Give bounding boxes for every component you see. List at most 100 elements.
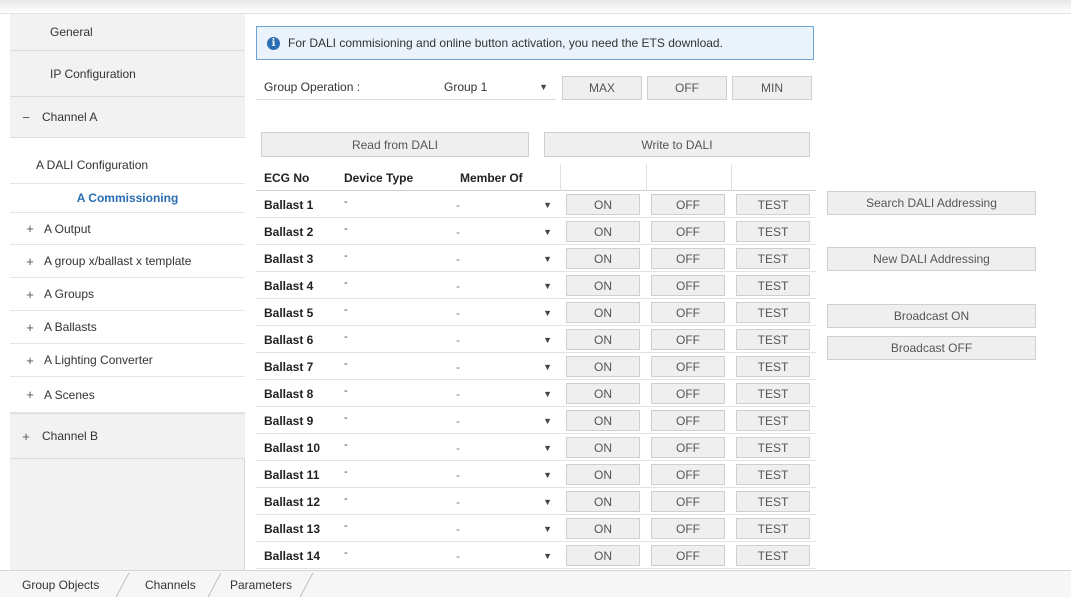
plus-icon[interactable]: + [22, 387, 38, 402]
ballast-off-button[interactable]: OFF [651, 410, 725, 431]
ballast-on-button[interactable]: ON [566, 437, 640, 458]
table-row: Ballast 12- - ▼ ON OFF TEST [256, 488, 816, 515]
broadcast-on-button[interactable]: Broadcast ON [827, 304, 1036, 328]
sidebar-item-channel-b[interactable]: + Channel B [10, 413, 245, 459]
member-of-select[interactable]: - ▼ [448, 218, 560, 245]
sidebar-item-a-commissioning[interactable]: A Commissioning [10, 184, 245, 213]
sidebar-item-ip-configuration[interactable]: IP Configuration [10, 51, 245, 97]
ballast-off-button[interactable]: OFF [651, 194, 725, 215]
ballast-off-button[interactable]: OFF [651, 491, 725, 512]
ballast-test-button[interactable]: TEST [736, 518, 810, 539]
min-button[interactable]: MIN [732, 76, 812, 100]
ballast-test-button[interactable]: TEST [736, 383, 810, 404]
ballast-on-button[interactable]: ON [566, 194, 640, 215]
ballast-on-button[interactable]: ON [566, 275, 640, 296]
member-of-select[interactable]: - ▼ [448, 407, 560, 434]
sidebar-item-a-groups[interactable]: + A Groups [10, 278, 245, 311]
tab-parameters[interactable]: Parameters [230, 571, 292, 597]
ballast-test-button[interactable]: TEST [736, 491, 810, 512]
search-dali-addressing-button[interactable]: Search DALI Addressing [827, 191, 1036, 215]
sidebar-item-a-lighting-converter[interactable]: + A Lighting Converter [10, 344, 245, 377]
ballast-off-button[interactable]: OFF [651, 437, 725, 458]
ballast-off-button[interactable]: OFF [651, 356, 725, 377]
member-of-select[interactable]: - ▼ [448, 326, 560, 353]
write-to-dali-button[interactable]: Write to DALI [544, 132, 810, 157]
ballast-on-button[interactable]: ON [566, 329, 640, 350]
ballast-test-button[interactable]: TEST [736, 329, 810, 350]
plus-icon[interactable]: + [22, 221, 38, 236]
ballast-test-button[interactable]: TEST [736, 302, 810, 323]
sidebar-item-a-output[interactable]: + A Output [10, 213, 245, 245]
ballast-test-button[interactable]: TEST [736, 545, 810, 566]
ballast-test-button[interactable]: TEST [736, 410, 810, 431]
plus-icon[interactable]: + [22, 353, 38, 368]
member-of-select[interactable]: - ▼ [448, 434, 560, 461]
ballast-on-button[interactable]: ON [566, 410, 640, 431]
sidebar-item-a-group-ballast-template[interactable]: + A group x/ballast x template [10, 245, 245, 278]
plus-icon[interactable]: + [22, 287, 38, 302]
member-of-select[interactable]: - ▼ [448, 353, 560, 380]
ballast-test-button[interactable]: TEST [736, 275, 810, 296]
ballast-off-button[interactable]: OFF [651, 545, 725, 566]
member-of-select[interactable]: - ▼ [448, 515, 560, 542]
new-dali-addressing-button[interactable]: New DALI Addressing [827, 247, 1036, 271]
ballast-on-button[interactable]: ON [566, 221, 640, 242]
ballast-test-button[interactable]: TEST [736, 221, 810, 242]
ballast-on-button[interactable]: ON [566, 464, 640, 485]
tab-channels[interactable]: Channels [145, 571, 196, 597]
plus-icon[interactable]: + [18, 429, 34, 444]
ballast-test-button[interactable]: TEST [736, 194, 810, 215]
ballast-off-button[interactable]: OFF [651, 248, 725, 269]
member-of-select[interactable]: - ▼ [448, 191, 560, 218]
tab-divider [299, 573, 314, 597]
member-of-select[interactable]: - ▼ [448, 299, 560, 326]
ballast-test-button[interactable]: TEST [736, 437, 810, 458]
ballast-off-button[interactable]: OFF [651, 302, 725, 323]
ballast-on-button[interactable]: ON [566, 248, 640, 269]
member-of-select[interactable]: - ▼ [448, 542, 560, 569]
group-select[interactable]: Group 1 ▼ [436, 74, 556, 100]
ballast-on-button[interactable]: ON [566, 356, 640, 377]
ecg-number: Ballast 10 [264, 440, 321, 455]
plus-icon[interactable]: + [22, 320, 38, 335]
member-of-select[interactable]: - ▼ [448, 272, 560, 299]
ballast-test-button[interactable]: TEST [736, 248, 810, 269]
member-of-value: - [456, 197, 460, 212]
max-button[interactable]: MAX [562, 76, 642, 100]
sidebar-item-label: A group x/ballast x template [44, 254, 192, 268]
read-from-dali-button[interactable]: Read from DALI [261, 132, 529, 157]
ecg-number: Ballast 1 [264, 197, 314, 212]
ballast-off-button[interactable]: OFF [651, 275, 725, 296]
ballast-off-button[interactable]: OFF [651, 464, 725, 485]
plus-icon[interactable]: + [22, 254, 38, 269]
tab-group-objects[interactable]: Group Objects [22, 571, 99, 597]
chevron-down-icon: ▼ [543, 469, 552, 480]
ballast-on-button[interactable]: ON [566, 383, 640, 404]
ballast-off-button[interactable]: OFF [651, 329, 725, 350]
sidebar-item-channel-a[interactable]: − Channel A [10, 97, 245, 138]
table-row: Ballast 2- - ▼ ON OFF TEST [256, 218, 816, 245]
ballast-off-button[interactable]: OFF [651, 221, 725, 242]
ballast-test-button[interactable]: TEST [736, 356, 810, 377]
member-of-select[interactable]: - ▼ [448, 245, 560, 272]
chevron-down-icon: ▼ [543, 307, 552, 318]
ballast-on-button[interactable]: ON [566, 302, 640, 323]
ballast-on-button[interactable]: ON [566, 545, 640, 566]
ballast-off-button[interactable]: OFF [651, 383, 725, 404]
ecg-number: Ballast 6 [264, 332, 314, 347]
sidebar-item-a-ballasts[interactable]: + A Ballasts [10, 311, 245, 344]
member-of-select[interactable]: - ▼ [448, 461, 560, 488]
ballast-on-button[interactable]: ON [566, 491, 640, 512]
ballast-test-button[interactable]: TEST [736, 464, 810, 485]
sidebar-item-a-scenes[interactable]: + A Scenes [10, 377, 245, 413]
sidebar-item-a-dali-configuration[interactable]: A DALI Configuration [10, 138, 245, 184]
member-of-select[interactable]: - ▼ [448, 488, 560, 515]
broadcast-off-button[interactable]: Broadcast OFF [827, 336, 1036, 360]
member-of-value: - [456, 332, 460, 347]
ballast-off-button[interactable]: OFF [651, 518, 725, 539]
ballast-on-button[interactable]: ON [566, 518, 640, 539]
minus-icon[interactable]: − [18, 110, 34, 125]
sidebar-item-general[interactable]: General [10, 14, 245, 51]
member-of-select[interactable]: - ▼ [448, 380, 560, 407]
off-button[interactable]: OFF [647, 76, 727, 100]
